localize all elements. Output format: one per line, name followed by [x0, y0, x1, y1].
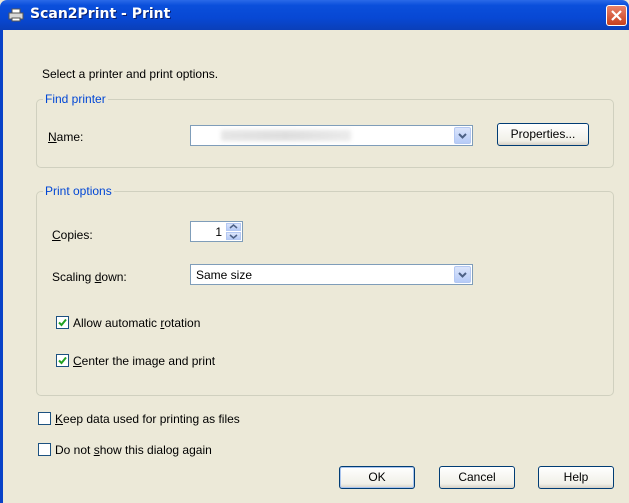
cancel-button[interactable]: Cancel: [439, 466, 515, 489]
copies-value: 1: [215, 225, 222, 239]
instruction-text: Select a printer and print options.: [42, 67, 219, 81]
close-icon: [611, 10, 622, 21]
help-button[interactable]: Help: [538, 466, 614, 489]
checkmark-icon: [58, 356, 67, 365]
center-image-checkbox[interactable]: [56, 354, 69, 367]
dropdown-arrow[interactable]: [454, 127, 471, 144]
center-image-label[interactable]: Center the image and print: [73, 354, 215, 368]
properties-button[interactable]: Properties...: [497, 123, 589, 146]
close-button[interactable]: [606, 5, 627, 26]
printer-name-value: [221, 130, 351, 141]
title-bar: Scan2Print - Print: [0, 0, 629, 30]
keep-data-checkbox[interactable]: [38, 412, 51, 425]
ok-button[interactable]: OK: [339, 466, 415, 489]
name-label: Name:: [48, 130, 84, 144]
allow-rotation-checkbox[interactable]: [56, 316, 69, 329]
copies-spinner[interactable]: 1: [190, 221, 243, 242]
scaling-value: Same size: [196, 268, 253, 282]
copies-label: Copies:: [52, 228, 93, 242]
chevron-down-icon: [229, 234, 238, 239]
scaling-select[interactable]: Same size: [190, 264, 473, 285]
checkmark-icon: [58, 318, 67, 327]
chevron-down-icon: [458, 272, 467, 278]
chevron-up-icon: [229, 224, 238, 229]
allow-rotation-label[interactable]: Allow automatic rotation: [73, 316, 200, 330]
printer-name-select[interactable]: [190, 125, 473, 146]
chevron-down-icon: [458, 133, 467, 139]
scaling-label: Scaling down:: [52, 270, 127, 284]
dropdown-arrow[interactable]: [454, 266, 471, 283]
print-options-legend: Print options: [45, 184, 112, 198]
do-not-show-label[interactable]: Do not show this dialog again: [55, 443, 212, 457]
do-not-show-checkbox[interactable]: [38, 443, 51, 456]
find-printer-legend: Find printer: [45, 92, 106, 106]
window-title: Scan2Print - Print: [30, 6, 171, 22]
spin-down-button[interactable]: [226, 232, 241, 240]
keep-data-label[interactable]: Keep data used for printing as files: [55, 412, 240, 426]
spin-up-button[interactable]: [226, 223, 241, 231]
scanner-printer-icon: [8, 7, 24, 22]
